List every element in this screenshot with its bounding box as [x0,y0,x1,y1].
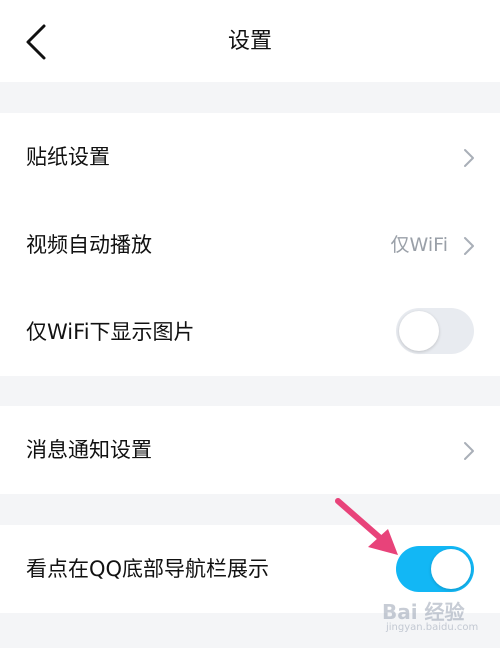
row-label: 视频自动播放 [26,233,152,257]
toggle-knob [431,549,471,589]
header-bar: 设置 [0,0,500,82]
chevron-right-icon [464,237,474,255]
kandian-nav-toggle[interactable] [396,546,474,592]
row-label: 消息通知设置 [26,438,152,462]
toggle-knob [399,311,439,351]
row-video-autoplay[interactable]: 视频自动播放 仅WiFi [0,201,500,289]
row-sticker-settings[interactable]: 贴纸设置 [0,113,500,201]
wifi-images-toggle[interactable] [396,308,474,354]
row-wifi-images: 仅WiFi下显示图片 [0,288,500,376]
row-value: 仅WiFi [390,234,448,256]
settings-group-display: 贴纸设置 视频自动播放 仅WiFi 仅WiFi下显示图片 [0,113,500,376]
watermark-sub: jingyan.baidu.com [386,622,479,633]
settings-group-notifications: 消息通知设置 [0,406,500,494]
pink-arrow-icon [335,498,398,555]
baidu-jingyan-watermark: Bai 经验 jingyan.baidu.com [382,596,494,644]
chevron-right-icon [464,442,474,460]
row-label: 仅WiFi下显示图片 [26,320,195,344]
page-title: 设置 [227,29,272,54]
row-notification-settings[interactable]: 消息通知设置 [0,406,500,494]
watermark-main: Bai 经验 [382,600,465,624]
row-label: 贴纸设置 [26,145,110,169]
settings-screen: 设置 贴纸设置 视频自动播放 仅WiFi 仅WiFi下显示图片 消息通知设置 看… [0,0,500,648]
row-label: 看点在QQ底部导航栏展示 [26,557,270,581]
chevron-right-icon [464,149,474,167]
